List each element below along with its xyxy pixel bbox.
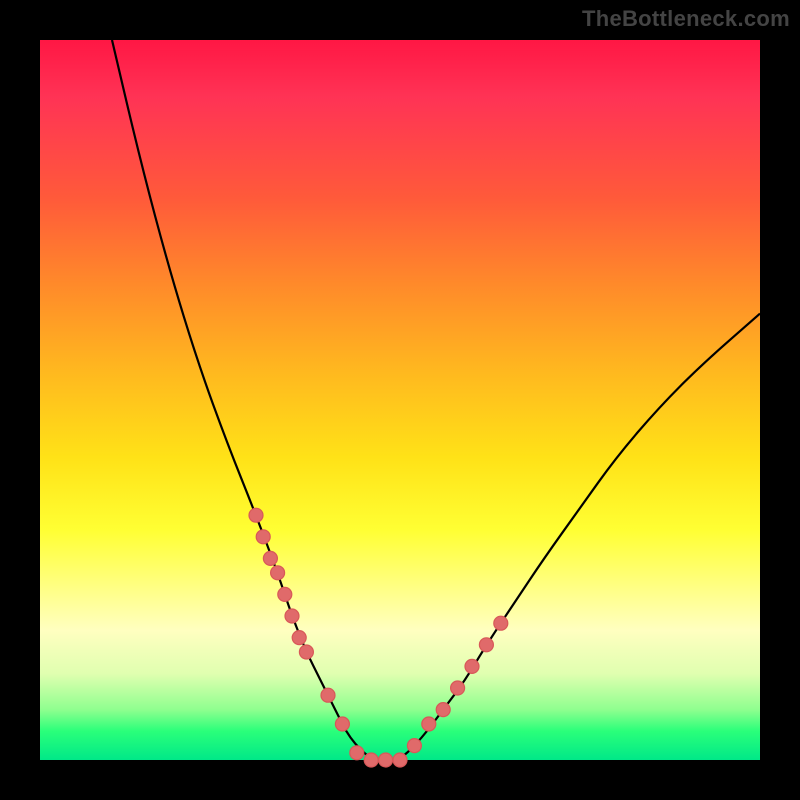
sample-dot [299, 645, 313, 659]
sample-dot [263, 551, 277, 565]
sample-dot [321, 688, 335, 702]
sample-dot [465, 659, 479, 673]
chart-frame: TheBottleneck.com [0, 0, 800, 800]
watermark-text: TheBottleneck.com [582, 6, 790, 32]
sample-dot [451, 681, 465, 695]
sample-dot [364, 753, 378, 767]
sample-dot [292, 631, 306, 645]
bottleneck-curve [112, 40, 760, 760]
sample-dot [271, 566, 285, 580]
curve-svg [40, 40, 760, 760]
sample-dot [422, 717, 436, 731]
sample-dot [379, 753, 393, 767]
sample-dot [494, 616, 508, 630]
sample-dot [256, 530, 270, 544]
sample-dot [393, 753, 407, 767]
sample-dot [479, 638, 493, 652]
sample-dots [249, 508, 508, 767]
sample-dot [350, 746, 364, 760]
sample-dot [249, 508, 263, 522]
sample-dot [335, 717, 349, 731]
sample-dot [407, 739, 421, 753]
sample-dot [436, 703, 450, 717]
plot-area [40, 40, 760, 760]
sample-dot [285, 609, 299, 623]
sample-dot [278, 587, 292, 601]
